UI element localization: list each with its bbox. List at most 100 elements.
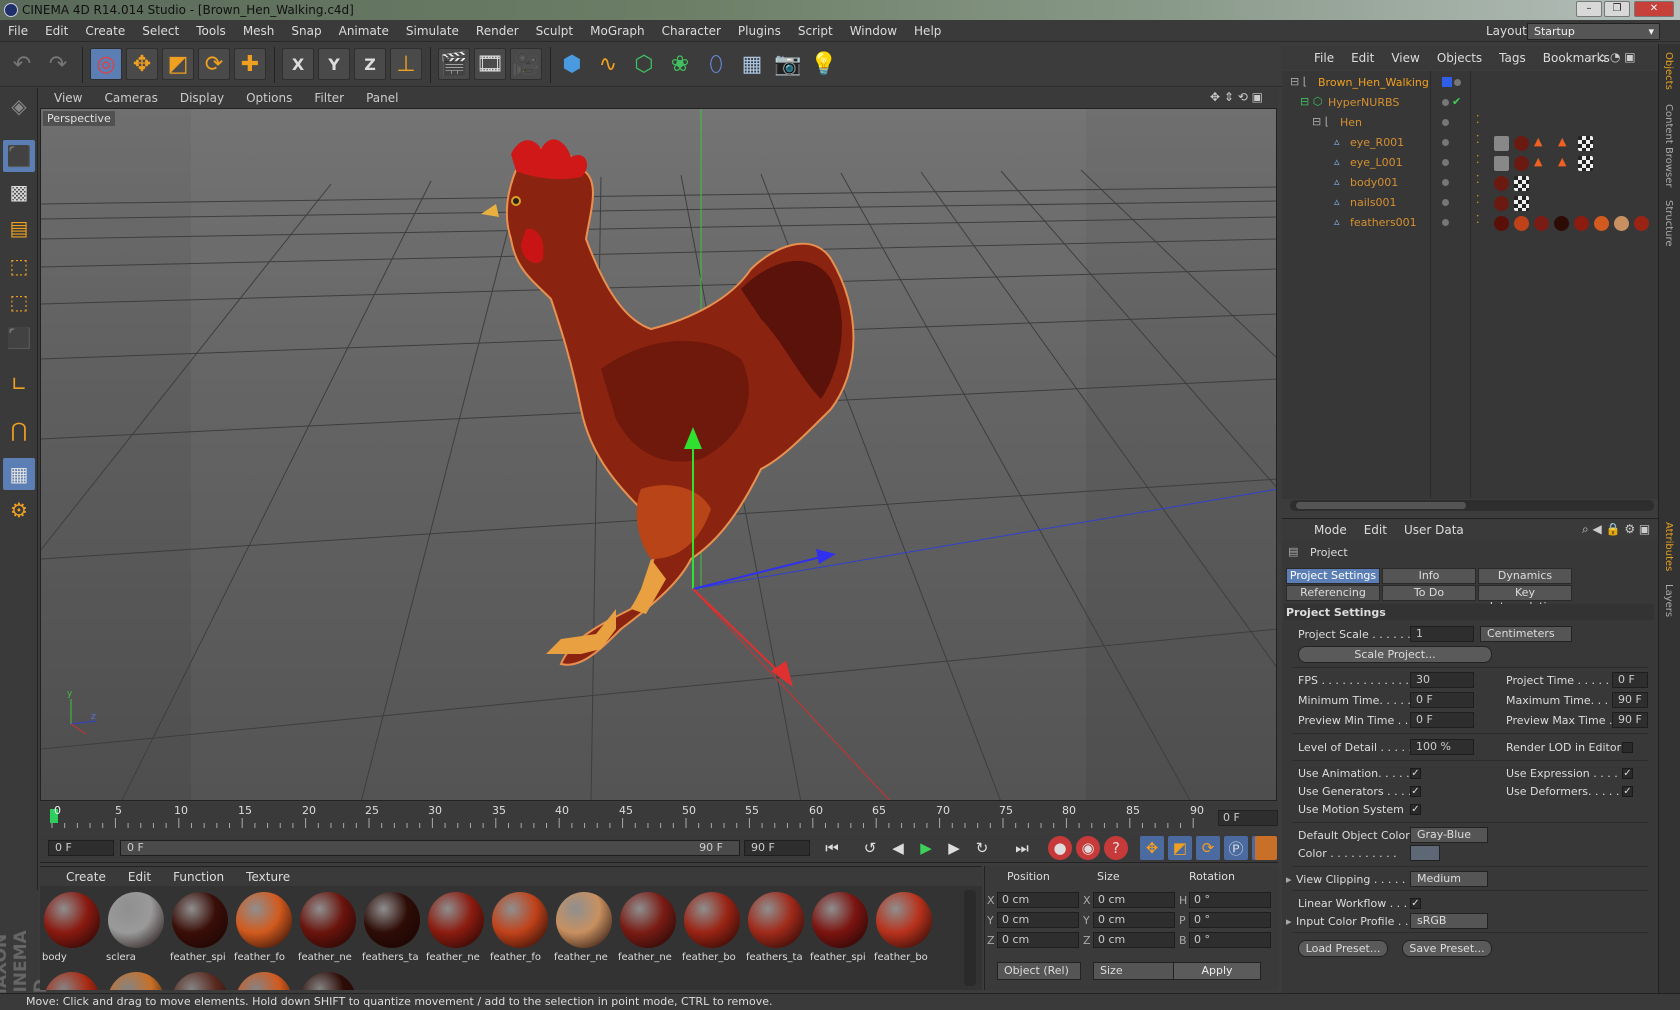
object-menu-file[interactable]: File xyxy=(1314,51,1334,65)
edges-mode-icon[interactable]: ⬚ xyxy=(3,286,35,318)
workplane-lock-icon[interactable]: ▦ xyxy=(3,458,35,490)
start-frame-field[interactable]: 0 F xyxy=(48,840,114,856)
object-menu-objects[interactable]: Objects xyxy=(1437,51,1482,65)
use-expression-checkbox[interactable]: ✓ xyxy=(1622,768,1633,779)
menu-animate[interactable]: Animate xyxy=(339,24,389,38)
side-tab-attributes[interactable]: Attributes xyxy=(1663,522,1674,571)
record-position-icon[interactable]: ✥ xyxy=(1140,836,1164,860)
go-to-start-icon[interactable]: ⏮ xyxy=(820,836,844,860)
timeline-ruler[interactable]: 0 5 10 15 20 25 30 35 40 45 50 55 60 65 … xyxy=(40,802,1278,832)
scale-project-button[interactable]: Scale Project... xyxy=(1298,646,1492,663)
side-tab-structure[interactable]: Structure xyxy=(1663,200,1674,247)
rotation-b-field[interactable]: 0 ° xyxy=(1189,932,1271,948)
coordinate-system-icon[interactable]: ⊥ xyxy=(390,48,422,80)
menu-help[interactable]: Help xyxy=(914,24,941,38)
menu-plugins[interactable]: Plugins xyxy=(738,24,781,38)
material-swatch[interactable]: feather_ne xyxy=(554,890,614,966)
snap-magnet-icon[interactable]: ⋂ xyxy=(3,414,35,446)
material-swatch[interactable] xyxy=(170,970,230,990)
material-swatch[interactable]: feather_ne xyxy=(426,890,486,966)
use-deformers-checkbox[interactable]: ✓ xyxy=(1622,786,1633,797)
material-menu-edit[interactable]: Edit xyxy=(128,870,151,884)
save-preset-button[interactable]: Save Preset... xyxy=(1402,940,1492,957)
rotation-p-field[interactable]: 0 ° xyxy=(1189,912,1271,928)
record-scale-icon[interactable]: ◩ xyxy=(1168,836,1192,860)
menu-mesh[interactable]: Mesh xyxy=(243,24,275,38)
preview-min-time-field[interactable]: 0 F xyxy=(1410,712,1474,728)
material-tag-icon[interactable] xyxy=(1514,216,1529,231)
side-tab-objects[interactable]: Objects xyxy=(1663,52,1674,90)
make-editable-icon[interactable]: ◈ xyxy=(3,90,35,122)
material-swatch[interactable]: feather_bo xyxy=(874,890,934,966)
play-icon[interactable]: ▶ xyxy=(914,836,938,860)
material-swatch[interactable] xyxy=(106,970,166,990)
go-to-end-icon[interactable]: ⏭ xyxy=(1010,836,1034,860)
material-swatch[interactable] xyxy=(234,970,294,990)
material-tag-icon[interactable] xyxy=(1534,216,1549,231)
viewport-menu-display[interactable]: Display xyxy=(180,91,224,105)
uvw-tag-icon[interactable]: ▲ xyxy=(1558,155,1566,168)
maximum-time-field[interactable]: 90 F xyxy=(1612,692,1648,708)
material-menu-texture[interactable]: Texture xyxy=(246,870,290,884)
preview-max-time-field[interactable]: 90 F xyxy=(1612,712,1648,728)
uvw-tag-icon[interactable]: ▲ xyxy=(1558,135,1566,148)
material-menu-create[interactable]: Create xyxy=(66,870,106,884)
uvw-tag-icon[interactable]: ▲ xyxy=(1534,135,1542,148)
render-lod-checkbox[interactable] xyxy=(1622,742,1633,753)
size-y-field[interactable]: 0 cm xyxy=(1093,912,1175,928)
keyframe-selection-icon[interactable]: ? xyxy=(1104,836,1128,860)
locked-workplane-icon[interactable]: ⚙ xyxy=(3,494,35,526)
object-row-hen[interactable]: ⊟ ⌊ Hen ⁚ xyxy=(1282,113,1658,133)
menu-simulate[interactable]: Simulate xyxy=(406,24,459,38)
rotation-h-field[interactable]: 0 ° xyxy=(1189,892,1271,908)
preview-range-slider[interactable]: 0 F 90 F xyxy=(120,840,740,856)
fps-field[interactable]: 30 xyxy=(1410,672,1474,688)
material-swatch[interactable]: feathers_ta xyxy=(746,890,806,966)
phong-tag-icon[interactable] xyxy=(1494,156,1509,171)
texture-tag-icon[interactable] xyxy=(1514,176,1529,191)
x-axis-lock-icon[interactable]: X xyxy=(282,48,314,80)
render-settings-icon[interactable]: 🎥 xyxy=(510,48,542,80)
recent-tool-icon[interactable]: ✚ xyxy=(234,48,266,80)
menu-script[interactable]: Script xyxy=(798,24,833,38)
size-x-field[interactable]: 0 cm xyxy=(1093,892,1175,908)
size-z-field[interactable]: 0 cm xyxy=(1093,932,1175,948)
material-swatch[interactable]: feather_bo xyxy=(682,890,742,966)
position-y-field[interactable]: 0 cm xyxy=(997,912,1079,928)
material-swatch[interactable]: feather_ne xyxy=(298,890,358,966)
material-tag-icon[interactable] xyxy=(1574,216,1589,231)
menu-window[interactable]: Window xyxy=(850,24,897,38)
tab-project-settings[interactable]: Project Settings xyxy=(1286,568,1380,584)
tab-to-do[interactable]: To Do xyxy=(1382,585,1476,601)
tab-key-interpolation[interactable]: Key Interpolation xyxy=(1478,585,1572,613)
end-frame-field[interactable]: 90 F xyxy=(744,840,810,856)
material-tag-icon[interactable] xyxy=(1594,216,1609,231)
viewport-menu-cameras[interactable]: Cameras xyxy=(104,91,157,105)
record-rotation-icon[interactable]: ⟳ xyxy=(1196,836,1220,860)
tab-info[interactable]: Info xyxy=(1382,568,1476,584)
material-swatch[interactable]: sclera xyxy=(106,890,166,966)
scrollbar-thumb[interactable] xyxy=(1296,502,1466,509)
material-tag-icon[interactable] xyxy=(1494,176,1509,191)
model-mode-icon[interactable]: ⬛ xyxy=(3,140,35,172)
material-tag-icon[interactable] xyxy=(1514,136,1529,151)
rotate-icon[interactable]: ⟳ xyxy=(198,48,230,80)
viewport-menu-panel[interactable]: Panel xyxy=(366,91,398,105)
position-x-field[interactable]: 0 cm xyxy=(997,892,1079,908)
tab-dynamics[interactable]: Dynamics xyxy=(1478,568,1572,584)
render-picture-viewer-icon[interactable]: 🎞 xyxy=(474,48,506,80)
project-scale-field[interactable]: 1 xyxy=(1410,626,1474,642)
object-row-brown-hen-walking[interactable]: ⊟ ⌊ Brown_Hen_Walking xyxy=(1282,73,1658,93)
side-tab-layers[interactable]: Layers xyxy=(1663,584,1674,617)
nurbs-icon[interactable]: ⬡ xyxy=(628,48,660,80)
linear-workflow-checkbox[interactable]: ✓ xyxy=(1410,898,1421,909)
texture-mode-icon[interactable]: ▩ xyxy=(3,176,35,208)
axis-mode-icon[interactable]: ∟ xyxy=(3,368,35,400)
phong-tag-icon[interactable] xyxy=(1494,136,1509,151)
tab-referencing[interactable]: Referencing xyxy=(1286,585,1380,601)
menu-tools[interactable]: Tools xyxy=(196,24,226,38)
uvw-tag-icon[interactable]: ▲ xyxy=(1534,155,1542,168)
material-swatch[interactable] xyxy=(42,970,102,990)
minimum-time-field[interactable]: 0 F xyxy=(1410,692,1474,708)
menu-snap[interactable]: Snap xyxy=(291,24,321,38)
